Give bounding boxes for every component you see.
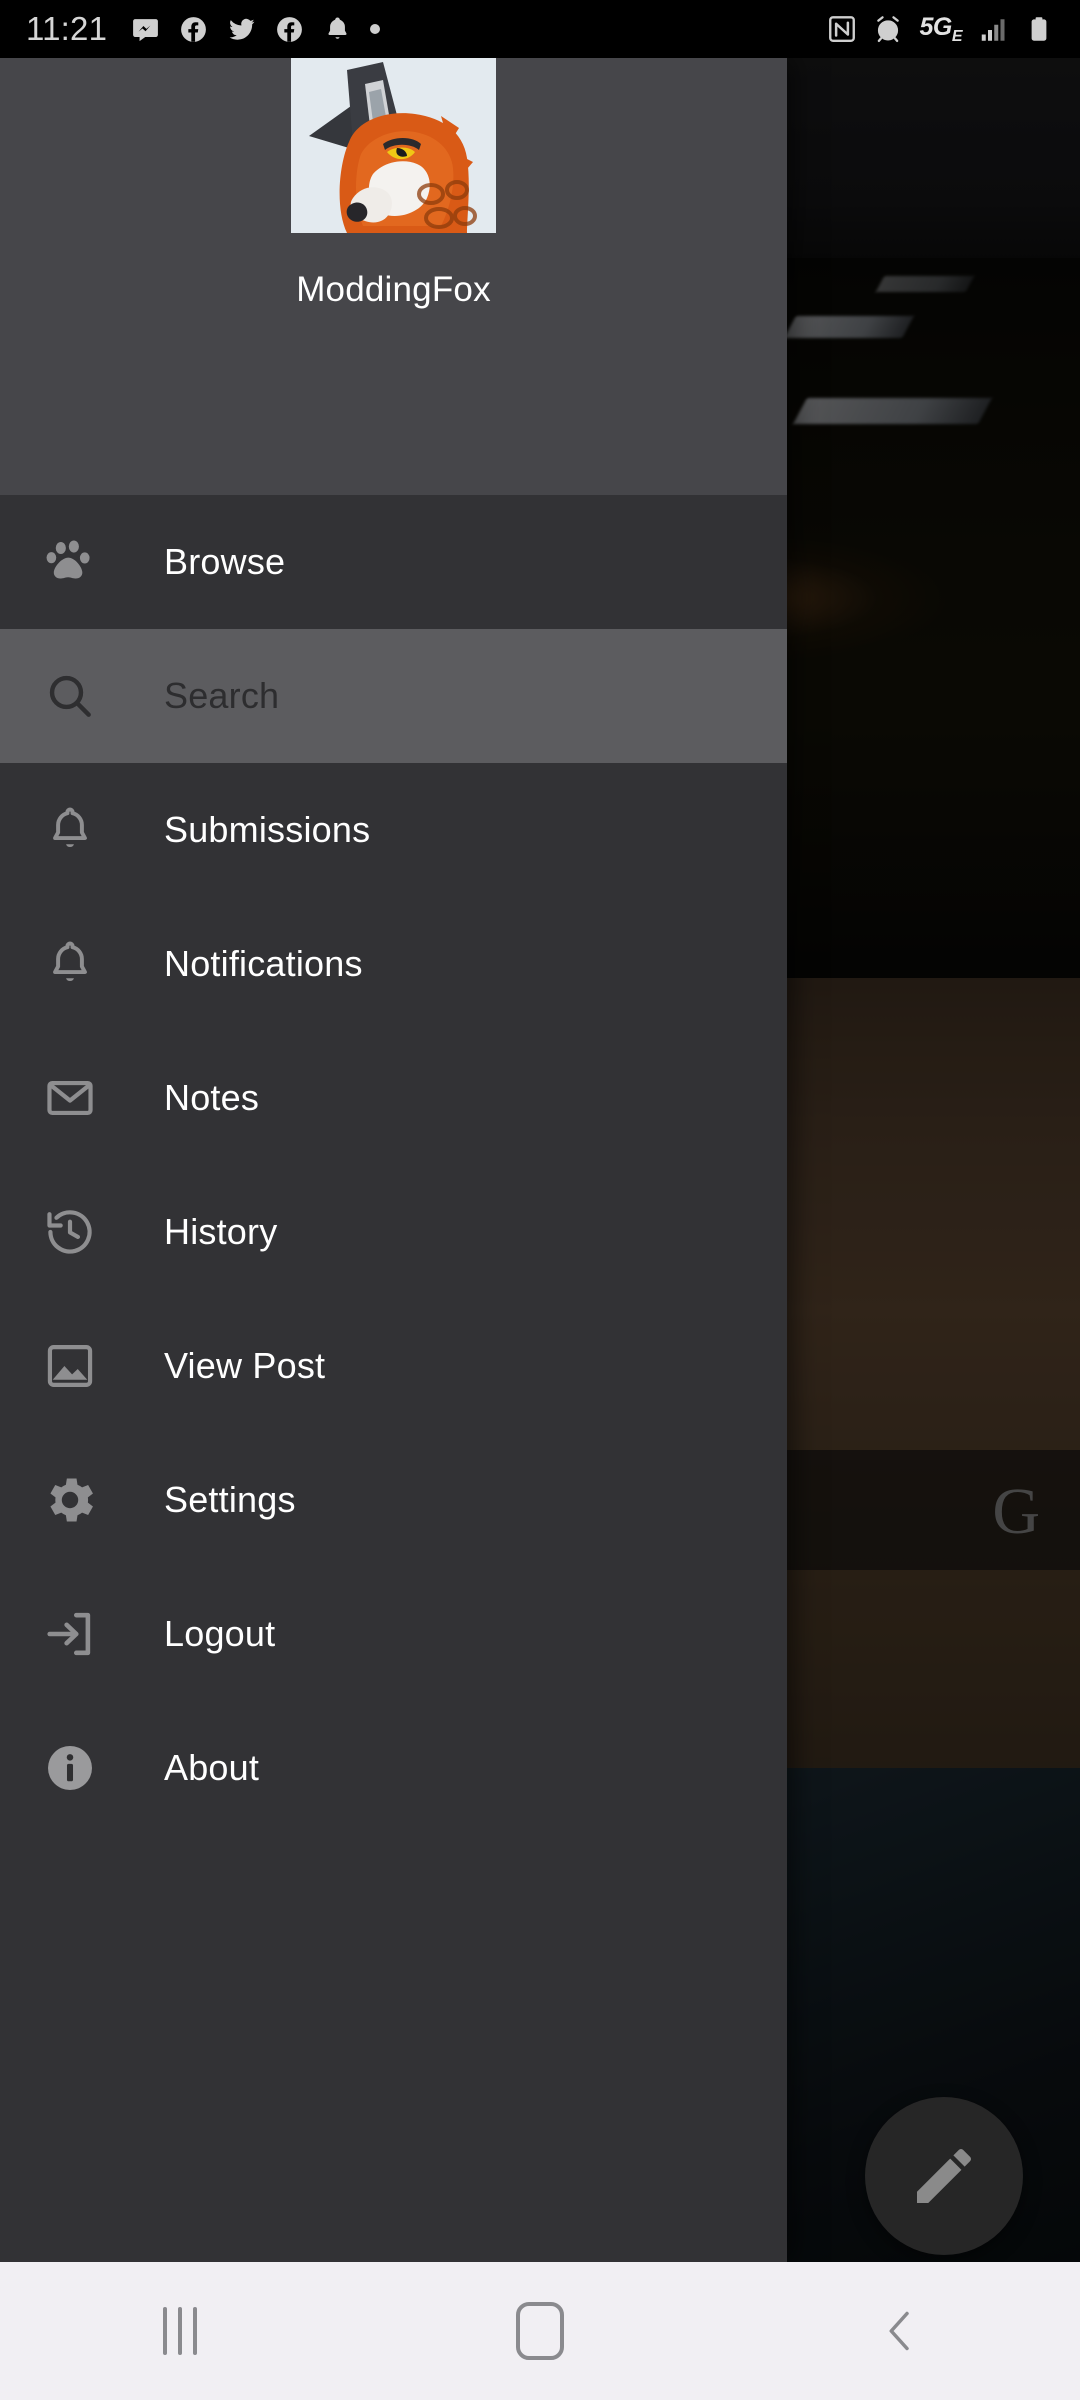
nfc-icon [829, 16, 856, 42]
status-bar-clock: 11:21 [26, 10, 108, 47]
status-bar: 11:21 5GE [0, 0, 1080, 58]
gear-icon [38, 1468, 102, 1532]
sidebar-item-logout[interactable]: Logout [0, 1567, 787, 1701]
envelope-icon [38, 1066, 102, 1130]
sidebar-item-settings[interactable]: Settings [0, 1433, 787, 1567]
sidebar-item-label: Logout [164, 1613, 276, 1654]
sidebar-item-label: Submissions [164, 809, 371, 850]
paw-icon [38, 530, 102, 594]
avatar[interactable] [291, 58, 496, 233]
drawer-username: ModdingFox [296, 270, 491, 309]
back-button[interactable] [810, 2262, 990, 2400]
sidebar-item-notes[interactable]: Notes [0, 1031, 787, 1165]
navigation-drawer: ModdingFox Browse Search Submissions Not… [0, 58, 787, 2262]
system-navigation-bar [0, 2262, 1080, 2400]
sidebar-item-label: Settings [164, 1479, 296, 1520]
sidebar-item-notifications[interactable]: Notifications [0, 897, 787, 1031]
home-icon [516, 2302, 564, 2360]
bell-icon [328, 17, 347, 39]
history-icon [38, 1200, 102, 1264]
status-bar-right: 5GE [827, 13, 1054, 46]
sidebar-item-label: Notifications [164, 943, 363, 984]
drawer-menu: Browse Search Submissions Notifications … [0, 495, 787, 2262]
sidebar-item-search[interactable]: Search [0, 629, 787, 763]
home-button[interactable] [450, 2262, 630, 2400]
sidebar-item-label: Browse [164, 541, 286, 582]
logout-icon [38, 1602, 102, 1666]
sidebar-item-label: About [164, 1747, 260, 1788]
sidebar-item-browse[interactable]: Browse [0, 495, 787, 629]
twitter-icon [229, 18, 255, 40]
sidebar-item-label: History [164, 1211, 278, 1252]
back-chevron-icon [889, 2311, 909, 2351]
recents-icon [163, 2307, 197, 2355]
status-bar-left: 11:21 [26, 10, 381, 48]
network-type-label: 5GE [919, 12, 962, 45]
pencil-icon [917, 2148, 972, 2203]
facebook-icon [181, 16, 207, 42]
sidebar-item-about[interactable]: About [0, 1701, 787, 1835]
sidebar-item-label: Search [164, 675, 280, 716]
search-icon [38, 664, 102, 728]
sidebar-item-history[interactable]: History [0, 1165, 787, 1299]
compose-fab-button[interactable] [865, 2097, 1023, 2255]
phone-screen: G [0, 0, 1080, 2400]
facebook-icon [277, 16, 303, 42]
sidebar-item-label: View Post [164, 1345, 326, 1386]
bell-icon [38, 798, 102, 862]
recents-button[interactable] [90, 2262, 270, 2400]
info-icon [38, 1736, 102, 1800]
sidebar-item-label: Notes [164, 1077, 260, 1118]
alarm-icon [877, 16, 900, 43]
fox-avatar-image [291, 58, 496, 233]
dot-indicator-icon [370, 24, 381, 34]
sidebar-item-submissions[interactable]: Submissions [0, 763, 787, 897]
messenger-icon [133, 18, 159, 41]
signal-bars-icon [981, 19, 1005, 41]
image-icon [38, 1334, 102, 1398]
battery-icon [1031, 17, 1047, 41]
drawer-header[interactable]: ModdingFox [0, 58, 787, 495]
bell-icon [38, 932, 102, 996]
sidebar-item-view-post[interactable]: View Post [0, 1299, 787, 1433]
